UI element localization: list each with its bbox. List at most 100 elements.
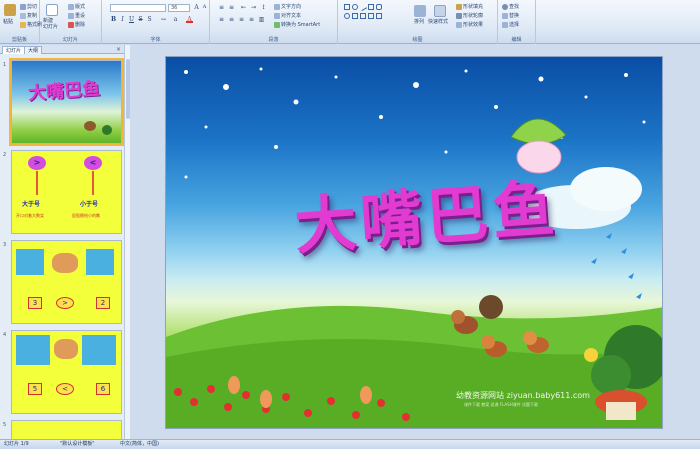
convert-smartart-button[interactable]: 转换为 SmartArt <box>274 21 320 28</box>
char-spacing-icon[interactable]: ↔ <box>160 16 167 23</box>
shape-fill-button[interactable]: 形状填充 <box>456 3 483 10</box>
clipboard-group: 粘贴 剪切 复制 格式刷 剪贴板 <box>0 0 42 44</box>
thumbnail-scrollbar[interactable] <box>124 45 130 439</box>
shrink-font-icon[interactable]: A <box>201 4 208 11</box>
slide-info: 幻灯片 1/9 <box>4 441 29 447</box>
paste-button[interactable]: 粘贴 <box>3 18 13 25</box>
quick-styles-icon <box>434 5 446 17</box>
shadow-icon[interactable]: S <box>146 16 153 23</box>
less-than-symbol: < <box>84 156 102 170</box>
font-name-combo[interactable] <box>110 4 166 12</box>
slide-number: 4 <box>3 332 7 338</box>
justify-icon[interactable]: ≡ <box>248 16 255 23</box>
outline-icon <box>456 12 462 19</box>
shape-fill-label: 形状填充 <box>463 4 484 10</box>
bold-icon[interactable]: B <box>110 16 117 23</box>
shape-outline-label: 形状轮廓 <box>463 13 484 19</box>
select-button[interactable]: 选择 <box>502 21 519 28</box>
watermark-subtext: 课件下载 教案 说课 FLASH课件 试题下载 <box>464 402 538 407</box>
new-slide-button[interactable]: 新建 幻灯片 <box>43 18 58 30</box>
panel-tabs: 幻灯片 大纲 × <box>0 45 124 54</box>
delete-slide-button[interactable]: 删除 <box>68 21 85 28</box>
align-right-icon[interactable]: ≡ <box>238 16 245 23</box>
tree <box>591 355 631 395</box>
strikethrough-icon[interactable]: S <box>137 16 144 23</box>
arrow-shape-icon[interactable] <box>368 4 374 10</box>
oval-shape-icon[interactable] <box>352 4 358 10</box>
language-indicator[interactable]: 中文(简体，中国) <box>120 440 159 449</box>
italic-icon[interactable]: I <box>119 16 126 23</box>
text-direction-button[interactable]: 文字方向 <box>274 3 301 10</box>
slide-number: 3 <box>3 242 7 248</box>
tab-outline[interactable]: 大纲 <box>24 46 43 54</box>
shape-effects-button[interactable]: 形状效果 <box>456 21 483 28</box>
triangle-shape-icon[interactable] <box>352 13 358 19</box>
slide-thumbnail-4[interactable]: 5 < 6 <box>11 330 122 414</box>
number-box-left: 3 <box>28 297 42 309</box>
circle-shape-icon[interactable] <box>344 13 350 19</box>
ant-group-image <box>16 335 50 365</box>
font-color-icon[interactable]: A <box>186 16 193 23</box>
underline-icon[interactable]: U <box>128 16 135 23</box>
tab-slides[interactable]: 幻灯片 <box>2 46 26 54</box>
rectangle-shape-icon[interactable] <box>344 4 350 10</box>
ant-figure <box>84 121 96 131</box>
close-icon[interactable]: × <box>116 46 121 53</box>
convert-smartart-label: 转换为 SmartArt <box>281 22 321 28</box>
fill-icon <box>456 3 462 10</box>
replace-label: 替换 <box>509 13 520 19</box>
columns-icon[interactable]: ▥ <box>258 16 265 23</box>
line-shape-icon[interactable] <box>358 2 368 12</box>
status-bar: 幻灯片 1/9 "默认设计模板" 中文(简体，中国) <box>0 439 700 449</box>
numbering-icon[interactable]: ≡ <box>228 4 235 11</box>
paste-icon <box>4 4 16 16</box>
decrease-indent-icon[interactable]: ⇤ <box>240 4 247 11</box>
number-box-right: 2 <box>96 297 110 309</box>
layout-button[interactable]: 版式 <box>68 3 85 10</box>
star-shape-icon[interactable] <box>360 13 366 19</box>
cut-button[interactable]: 剪切 <box>20 3 37 10</box>
ant-group-image <box>16 249 44 275</box>
shape-outline-button[interactable]: 形状轮廓 <box>456 12 483 19</box>
slide-thumbnail-1[interactable]: 大嘴巴鱼 <box>9 58 124 146</box>
text-direction-icon <box>274 3 280 10</box>
font-group: 36 A A B I U S S ↔ a A 字体 <box>102 0 210 44</box>
line-spacing-icon[interactable]: ↕ <box>260 4 267 11</box>
rounded-rect-shape-icon[interactable] <box>376 4 382 10</box>
arrow-left <box>36 171 38 195</box>
slide-number: 2 <box>3 152 7 158</box>
increase-indent-icon[interactable]: ⇥ <box>250 4 257 11</box>
replace-button[interactable]: 替换 <box>502 12 519 19</box>
quick-styles-button[interactable]: 快速样式 <box>428 18 448 25</box>
align-text-button[interactable]: 对齐文本 <box>274 12 301 19</box>
format-painter-button[interactable]: 格式刷 <box>20 21 42 28</box>
mushroom-house <box>606 402 636 420</box>
slide-thumbnail-5[interactable] <box>11 420 122 439</box>
font-size-combo[interactable]: 36 <box>168 4 190 12</box>
align-center-icon[interactable]: ≡ <box>228 16 235 23</box>
delete-label: 删除 <box>75 22 86 28</box>
grow-font-icon[interactable]: A <box>193 4 200 11</box>
change-case-icon[interactable]: a <box>172 16 179 23</box>
reset-button[interactable]: 重设 <box>68 12 85 19</box>
arrange-button[interactable]: 排列 <box>414 18 424 25</box>
compare-symbol: < <box>56 383 74 395</box>
layout-label: 版式 <box>75 4 86 10</box>
reset-label: 重设 <box>75 13 86 19</box>
bullets-icon[interactable]: ≡ <box>218 4 225 11</box>
copy-button[interactable]: 复制 <box>20 12 37 19</box>
fish-image <box>54 339 78 359</box>
cut-label: 剪切 <box>27 4 38 10</box>
align-left-icon[interactable]: ≡ <box>218 16 225 23</box>
find-button[interactable]: 查找 <box>502 3 519 10</box>
slide-thumbnail-3[interactable]: 3 > 2 <box>11 240 122 324</box>
scrollbar-thumb[interactable] <box>126 59 130 119</box>
find-icon <box>502 3 508 10</box>
drawing-group: 排列 快速样式 形状填充 形状轮廓 形状效果 绘图 <box>338 0 498 44</box>
brace-shape-icon[interactable] <box>368 13 374 19</box>
reset-icon <box>68 12 74 19</box>
slide-thumbnail-2[interactable]: > < 大于号 小于号 开口对着大数笑 屁股撅给小的瞧 <box>11 150 122 234</box>
callout-shape-icon[interactable] <box>376 13 382 19</box>
current-slide[interactable]: 大嘴巴鱼 幼教资源网站 ziyuan.baby611.com 课件下载 教案 说… <box>165 56 663 429</box>
find-label: 查找 <box>509 4 520 10</box>
